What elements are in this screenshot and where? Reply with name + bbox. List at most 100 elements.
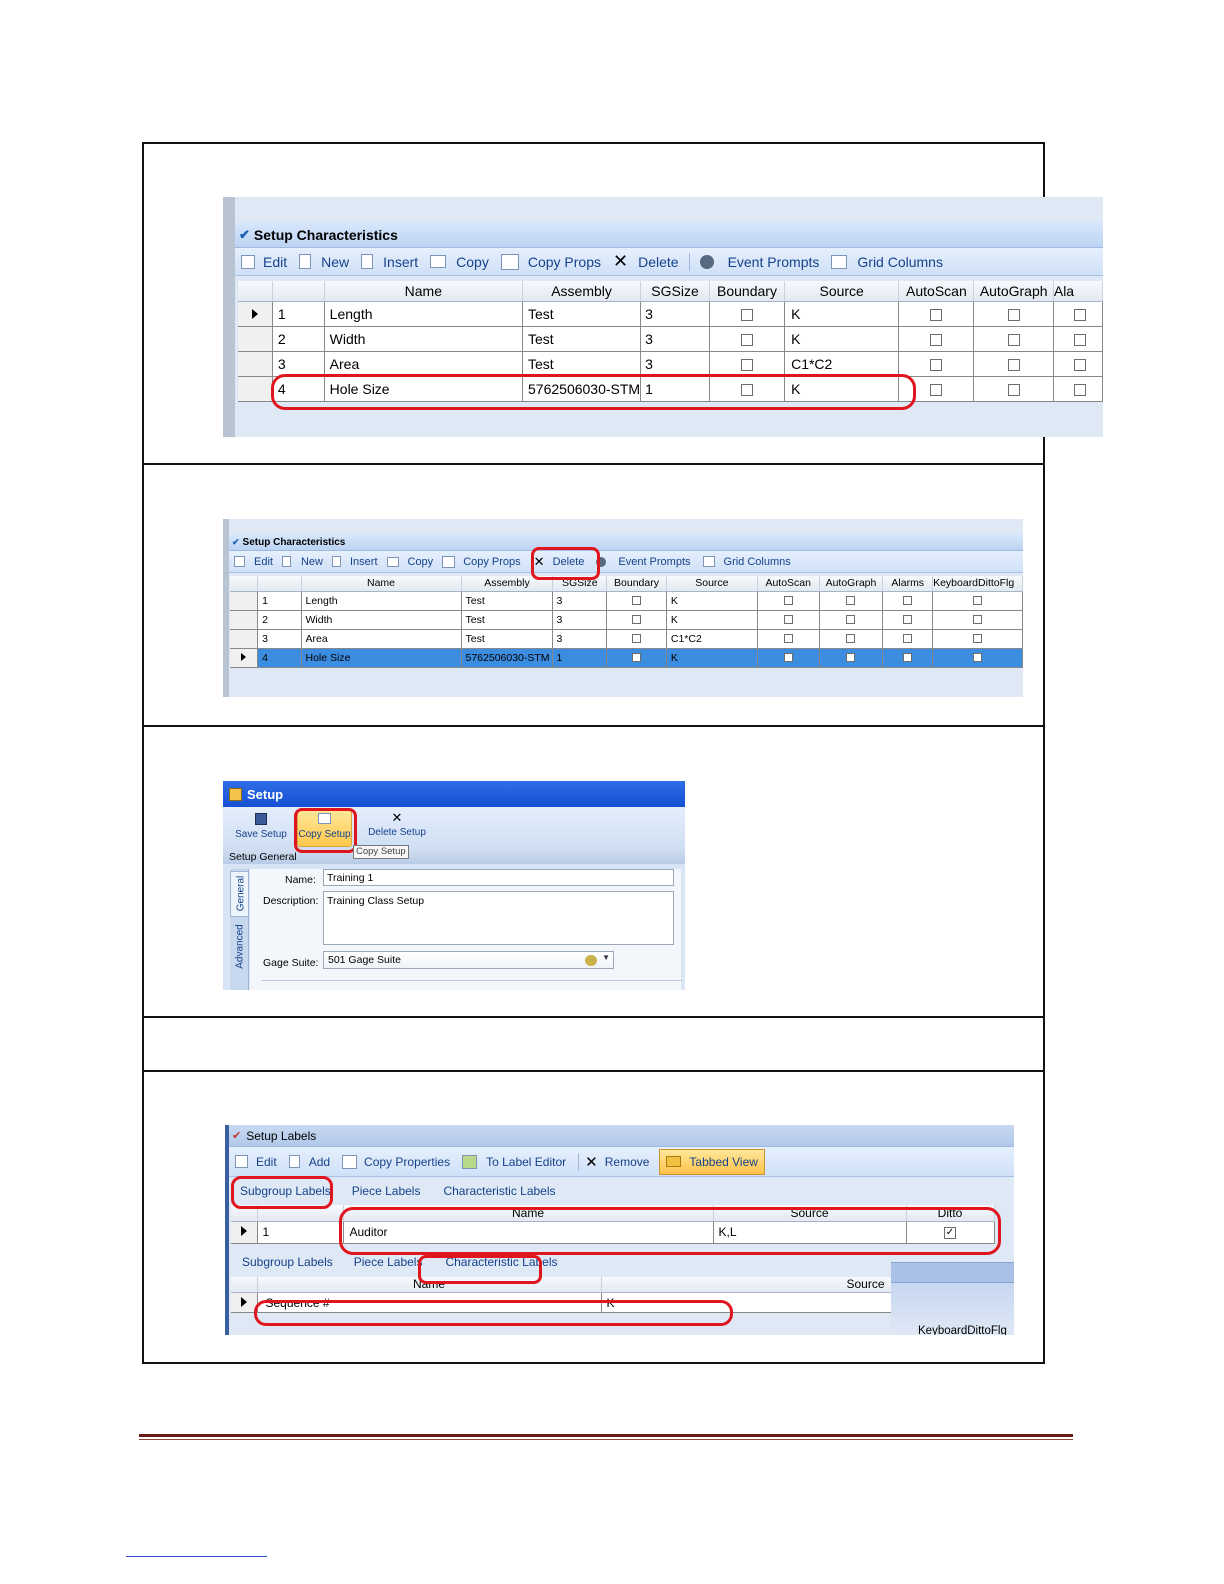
table-row-selected[interactable]: 4 Hole Size 5762506030-STM 1 K <box>230 648 1023 668</box>
save-setup-button[interactable]: Save Setup <box>233 813 289 840</box>
insert-button[interactable]: Insert <box>331 556 378 568</box>
cell-boundary[interactable] <box>709 351 786 377</box>
cell-keyboard-ditto[interactable] <box>932 591 1023 611</box>
keyboard-ditto-checkbox[interactable] <box>973 634 983 644</box>
column-header-boundary[interactable]: Boundary <box>709 281 786 302</box>
grid-columns-button[interactable]: Grid Columns <box>702 556 791 568</box>
row-selector[interactable] <box>238 301 273 327</box>
keyboard-ditto-checkbox[interactable] <box>973 615 983 625</box>
cell-autograph[interactable] <box>819 648 884 668</box>
cell-sgsize[interactable]: 3 <box>640 301 710 327</box>
cell-autoscan[interactable] <box>898 351 975 377</box>
tab-piece-labels[interactable]: Piece Labels <box>352 1184 421 1198</box>
autoscan-checkbox[interactable] <box>930 383 943 396</box>
cell-assembly[interactable]: Test <box>461 629 554 649</box>
table-row[interactable]: 1 Length Test 3 K <box>238 301 1103 327</box>
cell-source[interactable]: K <box>666 610 758 630</box>
column-header-boundary[interactable]: Boundary <box>606 576 667 592</box>
cell-sgsize[interactable]: 3 <box>640 326 710 352</box>
cell-boundary[interactable] <box>606 629 667 649</box>
cell-number[interactable]: 1 <box>257 591 302 611</box>
row-selector[interactable] <box>238 326 273 352</box>
autoscan-checkbox[interactable] <box>930 308 943 321</box>
cell-boundary[interactable] <box>606 591 667 611</box>
cell-autoscan[interactable] <box>757 648 820 668</box>
copy-properties-button[interactable]: Copy Properties <box>342 1154 450 1169</box>
cell-boundary[interactable] <box>606 648 667 668</box>
boundary-checkbox[interactable] <box>740 308 753 321</box>
cell-assembly[interactable]: 5762506030-STM <box>461 648 554 668</box>
cell-name[interactable]: Width <box>301 610 462 630</box>
tab-piece-labels[interactable]: Piece Labels <box>354 1255 423 1269</box>
add-button[interactable]: Add <box>288 1155 330 1169</box>
autoscan-checkbox[interactable] <box>783 634 793 644</box>
cell-assembly[interactable]: Test <box>522 351 642 377</box>
cell-autograph[interactable] <box>819 591 884 611</box>
cell-keyboard-ditto[interactable] <box>932 629 1023 649</box>
autograph-checkbox[interactable] <box>846 634 856 644</box>
autoscan-checkbox[interactable] <box>783 615 793 625</box>
cell-alarms[interactable] <box>882 629 934 649</box>
column-header-source[interactable]: Source <box>601 1276 892 1293</box>
boundary-checkbox[interactable] <box>632 653 641 663</box>
cell-autograph[interactable] <box>973 326 1054 352</box>
cell-sgsize[interactable]: 3 <box>552 591 608 611</box>
boundary-checkbox[interactable] <box>740 333 753 346</box>
cell-source[interactable]: C1*C2 <box>784 351 900 377</box>
event-prompts-button[interactable]: Event Prompts <box>596 556 691 568</box>
cell-boundary[interactable] <box>709 326 786 352</box>
column-header-sgsize[interactable]: SGSize <box>640 281 710 302</box>
cell-assembly[interactable]: Test <box>461 610 554 630</box>
cell-autograph[interactable] <box>973 351 1054 377</box>
cell-autograph[interactable] <box>819 610 884 630</box>
cell-assembly[interactable]: Test <box>461 591 554 611</box>
tab-advanced[interactable]: Advanced <box>230 921 249 975</box>
table-row[interactable]: 1 Length Test 3 K <box>230 591 1023 611</box>
cell-source[interactable]: K <box>666 648 758 668</box>
name-field[interactable]: Training 1 <box>323 869 674 886</box>
row-selector[interactable] <box>231 1221 258 1244</box>
cell-autoscan[interactable] <box>898 301 975 327</box>
boundary-checkbox[interactable] <box>632 596 641 606</box>
row-selector[interactable] <box>230 648 259 668</box>
delete-setup-button[interactable]: ✕ Delete Setup <box>367 811 427 838</box>
tabbed-view-button[interactable]: Tabbed View <box>659 1148 765 1175</box>
cell-number[interactable]: 2 <box>271 326 325 352</box>
cell-number[interactable]: 3 <box>271 351 325 377</box>
row-selector[interactable] <box>238 351 273 377</box>
cell-alarms[interactable] <box>882 648 934 668</box>
cell-assembly[interactable]: Test <box>522 301 642 327</box>
boundary-checkbox[interactable] <box>740 358 753 371</box>
alarms-checkbox[interactable] <box>1073 308 1086 321</box>
cell-autoscan[interactable] <box>757 610 820 630</box>
cell-keyboard-ditto[interactable] <box>932 610 1023 630</box>
cell-alarms[interactable] <box>1053 301 1103 327</box>
autoscan-checkbox[interactable] <box>783 653 793 663</box>
autograph-checkbox[interactable] <box>1007 358 1020 371</box>
cell-number[interactable]: 1 <box>257 1221 344 1244</box>
cell-name[interactable]: Hole Size <box>301 648 462 668</box>
cell-boundary[interactable] <box>606 610 667 630</box>
autoscan-checkbox[interactable] <box>930 358 943 371</box>
cell-sgsize[interactable]: 3 <box>552 610 608 630</box>
boundary-checkbox[interactable] <box>632 634 641 644</box>
cell-alarms[interactable] <box>1053 326 1103 352</box>
autograph-checkbox[interactable] <box>1007 308 1020 321</box>
insert-button[interactable]: Insert <box>361 254 418 270</box>
column-header-keyboard-ditto[interactable]: KeyboardDittoFlg <box>932 576 1023 592</box>
copy-button[interactable]: Copy <box>430 254 489 270</box>
row-selector[interactable] <box>230 610 259 630</box>
gage-suite-icon[interactable] <box>585 955 597 966</box>
column-header-assembly[interactable]: Assembly <box>522 281 642 302</box>
cell-source[interactable]: K <box>784 301 900 327</box>
new-button[interactable]: New <box>299 254 349 270</box>
cell-sgsize[interactable]: 3 <box>552 629 608 649</box>
autograph-checkbox[interactable] <box>846 653 856 663</box>
edit-button[interactable]: Edit <box>234 556 273 568</box>
cell-alarms[interactable] <box>882 610 934 630</box>
column-header-autograph[interactable]: AutoGraph <box>819 576 884 592</box>
autograph-checkbox[interactable] <box>1007 333 1020 346</box>
tab-characteristic-labels[interactable]: Characteristic Labels <box>443 1184 555 1198</box>
autograph-checkbox[interactable] <box>846 596 856 606</box>
cell-name[interactable]: Length <box>301 591 462 611</box>
